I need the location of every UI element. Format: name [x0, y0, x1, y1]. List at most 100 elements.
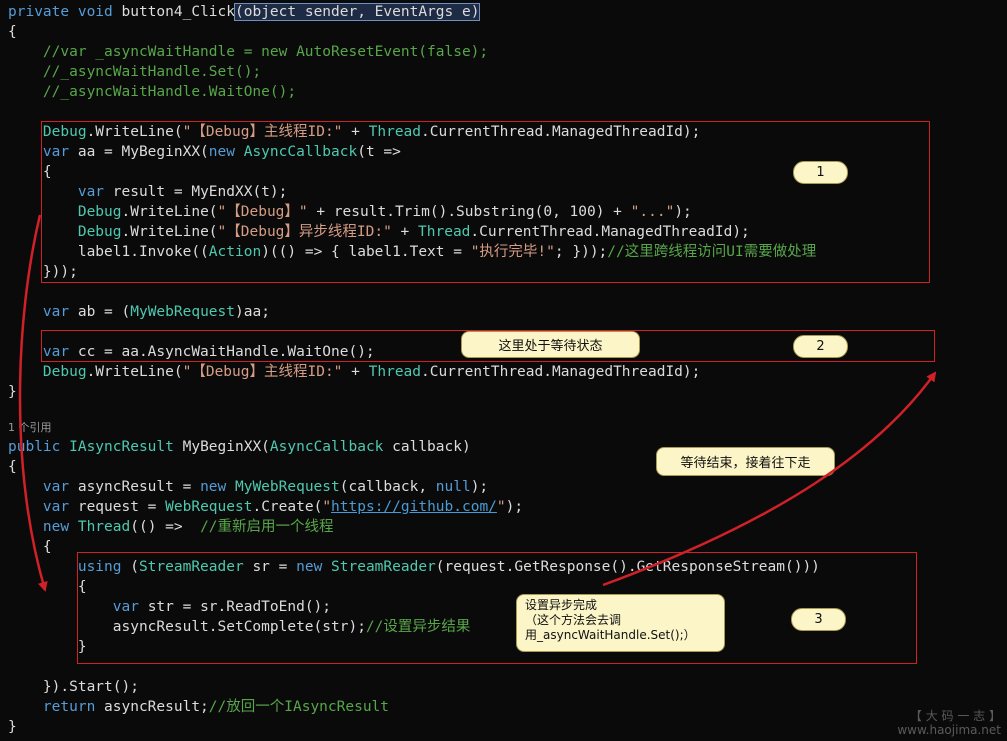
- code-line[interactable]: Debug.WriteLine("【Debug】主线程ID:" + Thread…: [8, 122, 700, 142]
- code-editor[interactable]: private void button4_Click(object sender…: [0, 0, 1007, 741]
- code-token: (object sender, EventArgs e): [233, 3, 481, 21]
- code-line[interactable]: var asyncResult = new MyWebRequest(callb…: [8, 477, 488, 497]
- code-line[interactable]: //_asyncWaitHandle.Set();: [8, 62, 261, 82]
- badge-2: 2: [793, 335, 848, 358]
- code-token: null: [435, 479, 471, 495]
- code-token: ; }));: [554, 244, 608, 260]
- code-line[interactable]: Debug.WriteLine("【Debug】" + result.Trim(…: [8, 202, 692, 222]
- code-token: +: [342, 124, 369, 140]
- code-token: //设置异步结果: [365, 619, 471, 635]
- code-token: sr =: [252, 559, 297, 575]
- code-token: asyncResult;: [104, 699, 209, 715]
- code-token: Debug: [8, 364, 87, 380]
- code-token: StreamReader: [138, 559, 253, 575]
- code-token: (callback,: [339, 479, 436, 495]
- code-token: //这里跨线程访问UI需要做处理: [607, 244, 817, 260]
- code-token: MyWebRequest: [130, 304, 235, 320]
- code-token: }: [8, 719, 17, 735]
- code-token: (request.GetResponse().GetResponseStream…: [435, 559, 820, 575]
- code-token: AsyncCallback: [269, 439, 393, 455]
- code-line[interactable]: new Thread(() => //重新启用一个线程: [8, 517, 334, 537]
- code-token: aa = MyBeginXX(: [77, 144, 209, 160]
- badge-3: 3: [791, 608, 846, 631]
- code-line[interactable]: using (StreamReader sr = new StreamReade…: [8, 557, 820, 577]
- code-line[interactable]: var request = WebRequest.Create("https:/…: [8, 497, 523, 517]
- code-token: "【Debug】主线程ID:": [182, 364, 343, 380]
- code-token: }).Start();: [8, 679, 139, 695]
- code-token: (() =>: [130, 519, 201, 535]
- badge-1: 1: [793, 161, 848, 184]
- callout-wait-state: 这里处于等待状态: [461, 331, 640, 358]
- code-token: {: [8, 579, 87, 595]
- code-token: ": [322, 499, 332, 515]
- code-line[interactable]: var str = sr.ReadToEnd();: [8, 597, 331, 617]
- code-token: ": [496, 499, 506, 515]
- code-token: private: [8, 4, 78, 20]
- code-line[interactable]: }));: [8, 262, 78, 282]
- code-line[interactable]: Debug.WriteLine("【Debug】主线程ID:" + Thread…: [8, 362, 700, 382]
- code-token: .CurrentThread.ManagedThreadId);: [421, 124, 701, 140]
- code-line[interactable]: private void button4_Click(object sender…: [8, 2, 481, 22]
- code-line[interactable]: label1.Invoke((Action)(() => { label1.Te…: [8, 242, 816, 262]
- code-line[interactable]: {: [8, 457, 17, 477]
- code-token: label1.Invoke((: [8, 244, 209, 260]
- code-token: "【Debug】": [217, 204, 308, 220]
- code-line[interactable]: }: [8, 382, 17, 402]
- code-line[interactable]: var cc = aa.AsyncWaitHandle.WaitOne();: [8, 342, 375, 362]
- code-token: //放回一个IAsyncResult: [208, 699, 390, 715]
- code-token: IAsyncResult: [69, 439, 183, 455]
- code-token: Debug: [8, 224, 122, 240]
- callout-set-complete: 设置异步完成 （这个方法会去调 用_asyncWaitHandle.Set();…: [516, 594, 725, 652]
- code-token: )aa;: [235, 304, 270, 320]
- code-token: MyWebRequest: [234, 479, 340, 495]
- code-token: var: [8, 344, 78, 360]
- code-token: }: [8, 639, 87, 655]
- code-line[interactable]: return asyncResult;//放回一个IAsyncResult: [8, 697, 389, 717]
- code-line[interactable]: {: [8, 577, 87, 597]
- code-token: .CurrentThread.ManagedThreadId);: [421, 364, 701, 380]
- code-token: new: [296, 559, 332, 575]
- code-token[interactable]: https://github.com/: [331, 499, 497, 515]
- code-token: +: [342, 364, 369, 380]
- code-token: var: [8, 479, 78, 495]
- code-token: //重新启用一个线程: [200, 519, 334, 535]
- code-token: {: [8, 24, 17, 40]
- code-token: var: [8, 144, 78, 160]
- callout-wait-done: 等待结束，接着往下走: [656, 447, 835, 476]
- code-line[interactable]: }: [8, 637, 87, 657]
- code-token: request =: [77, 499, 166, 515]
- code-line[interactable]: {: [8, 537, 52, 557]
- callout-set-complete-line2: （这个方法会去调: [525, 613, 622, 627]
- code-token: var: [8, 304, 78, 320]
- code-line[interactable]: //_asyncWaitHandle.WaitOne();: [8, 82, 296, 102]
- code-token: new: [200, 479, 235, 495]
- code-token: .WriteLine(: [121, 224, 218, 240]
- code-line[interactable]: //var _asyncWaitHandle = new AutoResetEv…: [8, 42, 488, 62]
- code-line[interactable]: var result = MyEndXX(t);: [8, 182, 288, 202]
- code-line[interactable]: {: [8, 162, 52, 182]
- code-line[interactable]: }: [8, 717, 17, 737]
- code-token: "【Debug】异步线程ID:": [217, 224, 392, 240]
- code-token: (t =>: [357, 144, 401, 160]
- code-token: "...": [630, 204, 675, 220]
- code-token: );: [505, 499, 524, 515]
- code-line[interactable]: {: [8, 22, 17, 42]
- code-token: StreamReader: [331, 559, 436, 575]
- code-lens-references[interactable]: 1 个引用: [8, 421, 52, 435]
- code-token: {: [8, 164, 52, 180]
- code-token: return: [8, 699, 105, 715]
- code-token: Thread: [77, 519, 131, 535]
- code-line[interactable]: asyncResult.SetComplete(str);//设置异步结果: [8, 617, 471, 637]
- code-line[interactable]: var aa = MyBeginXX(new AsyncCallback(t =…: [8, 142, 401, 162]
- code-token: Thread: [418, 224, 471, 240]
- code-line[interactable]: }).Start();: [8, 677, 139, 697]
- code-token: "执行完毕!": [470, 244, 555, 260]
- code-line[interactable]: public IAsyncResult MyBeginXX(AsyncCallb…: [8, 437, 471, 457]
- code-token: AsyncCallback: [243, 144, 358, 160]
- code-token: {: [8, 539, 52, 555]
- code-token: var: [8, 184, 113, 200]
- code-token: //_asyncWaitHandle.WaitOne();: [8, 84, 297, 100]
- code-line[interactable]: Debug.WriteLine("【Debug】异步线程ID:" + Threa…: [8, 222, 750, 242]
- code-line[interactable]: var ab = (MyWebRequest)aa;: [8, 302, 270, 322]
- code-token: .CurrentThread.ManagedThreadId);: [470, 224, 750, 240]
